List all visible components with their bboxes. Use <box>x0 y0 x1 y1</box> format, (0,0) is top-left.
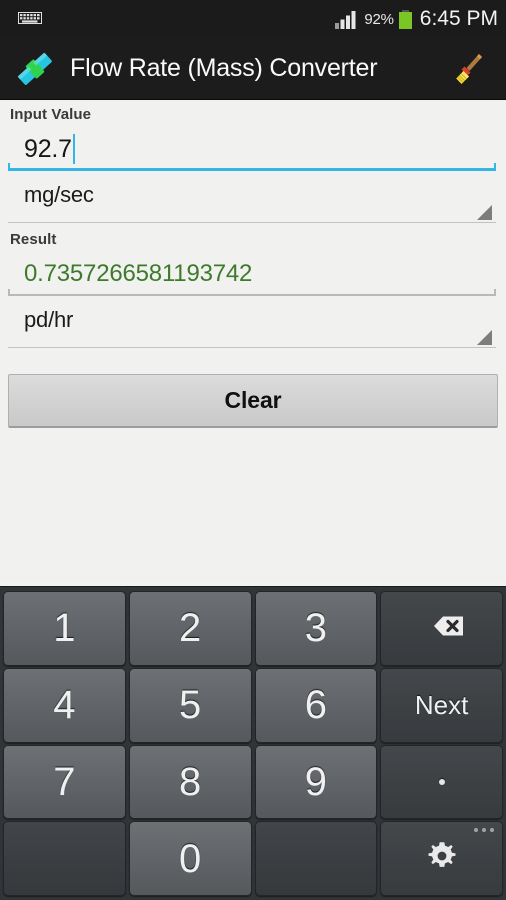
gear-icon <box>425 839 459 878</box>
broom-icon[interactable] <box>448 45 492 93</box>
backspace-icon <box>418 611 466 646</box>
key-next[interactable]: Next <box>380 667 503 743</box>
input-unit-label: mg/sec <box>24 182 94 207</box>
input-value-label: Input Value <box>10 106 92 123</box>
key-2[interactable]: 2 <box>128 591 252 666</box>
key-5[interactable]: 5 <box>128 667 252 743</box>
key-label: 9 <box>304 759 327 804</box>
key-8[interactable]: 8 <box>128 744 252 820</box>
key-blank-left[interactable] <box>3 821 126 896</box>
keyboard-row: 0 <box>3 821 503 896</box>
key-label: 2 <box>179 606 202 651</box>
numeric-keyboard: 1 2 3 4 5 6 Next 7 8 9 0 <box>0 586 506 900</box>
converter-form: Input Value 92.7 mg/sec Result 0.7357266… <box>0 100 506 582</box>
dot-icon <box>438 778 445 785</box>
key-period[interactable] <box>380 744 503 820</box>
input-underline <box>8 163 496 171</box>
key-label: 4 <box>53 683 76 728</box>
key-1[interactable]: 1 <box>3 591 126 666</box>
key-0[interactable]: 0 <box>128 821 252 896</box>
status-bar-right: 92% 6:45 PM <box>335 7 498 31</box>
overflow-dots-icon <box>474 828 494 833</box>
key-label: 6 <box>304 683 327 728</box>
chevron-down-icon <box>477 330 492 345</box>
phone-screen: 92% 6:45 PM Flow Rate (Mass) Converter I… <box>0 0 506 900</box>
chevron-down-icon <box>477 205 492 220</box>
status-clock: 6:45 PM <box>419 7 498 30</box>
battery-icon <box>398 9 412 29</box>
result-field[interactable]: 0.7357266581193742 <box>8 250 498 300</box>
key-3[interactable]: 3 <box>254 591 378 666</box>
key-label: 0 <box>179 836 202 881</box>
key-4[interactable]: 4 <box>3 667 126 743</box>
key-label: 7 <box>53 759 76 804</box>
input-unit-spinner[interactable]: mg/sec <box>8 177 498 225</box>
key-6[interactable]: 6 <box>254 667 378 743</box>
result-underline <box>8 289 496 296</box>
key-label: 3 <box>304 606 327 651</box>
key-label: 1 <box>53 606 76 651</box>
key-label: Next <box>414 690 469 721</box>
result-unit-spinner[interactable]: pd/hr <box>8 302 498 350</box>
text-caret <box>72 134 75 164</box>
result-unit-label: pd/hr <box>24 307 74 332</box>
page-title: Flow Rate (Mass) Converter <box>70 54 378 82</box>
keyboard-icon <box>18 12 42 26</box>
key-settings[interactable] <box>380 821 503 896</box>
key-label: 8 <box>179 759 202 804</box>
result-value-text: 0.7357266581193742 <box>24 260 253 287</box>
input-value-text: 92.7 <box>24 134 72 163</box>
key-backspace[interactable] <box>380 591 503 666</box>
key-label: 5 <box>179 683 202 728</box>
key-7[interactable]: 7 <box>3 744 126 820</box>
battery-percent-label: 92% <box>364 10 394 28</box>
key-9[interactable]: 9 <box>254 744 378 820</box>
keyboard-row: 7 8 9 <box>3 744 503 820</box>
clear-button[interactable]: Clear <box>8 374 498 428</box>
keyboard-row: 4 5 6 Next <box>3 667 503 743</box>
key-blank-right[interactable] <box>254 821 378 896</box>
result-label: Result <box>10 231 57 248</box>
status-bar: 92% 6:45 PM <box>0 0 506 38</box>
signal-bars-icon <box>335 10 356 29</box>
status-bar-left <box>8 12 42 26</box>
input-value-field[interactable]: 92.7 <box>8 125 498 175</box>
action-bar: Flow Rate (Mass) Converter <box>0 38 506 100</box>
flow-pipe-icon <box>14 48 56 90</box>
keyboard-row: 1 2 3 <box>3 591 503 666</box>
